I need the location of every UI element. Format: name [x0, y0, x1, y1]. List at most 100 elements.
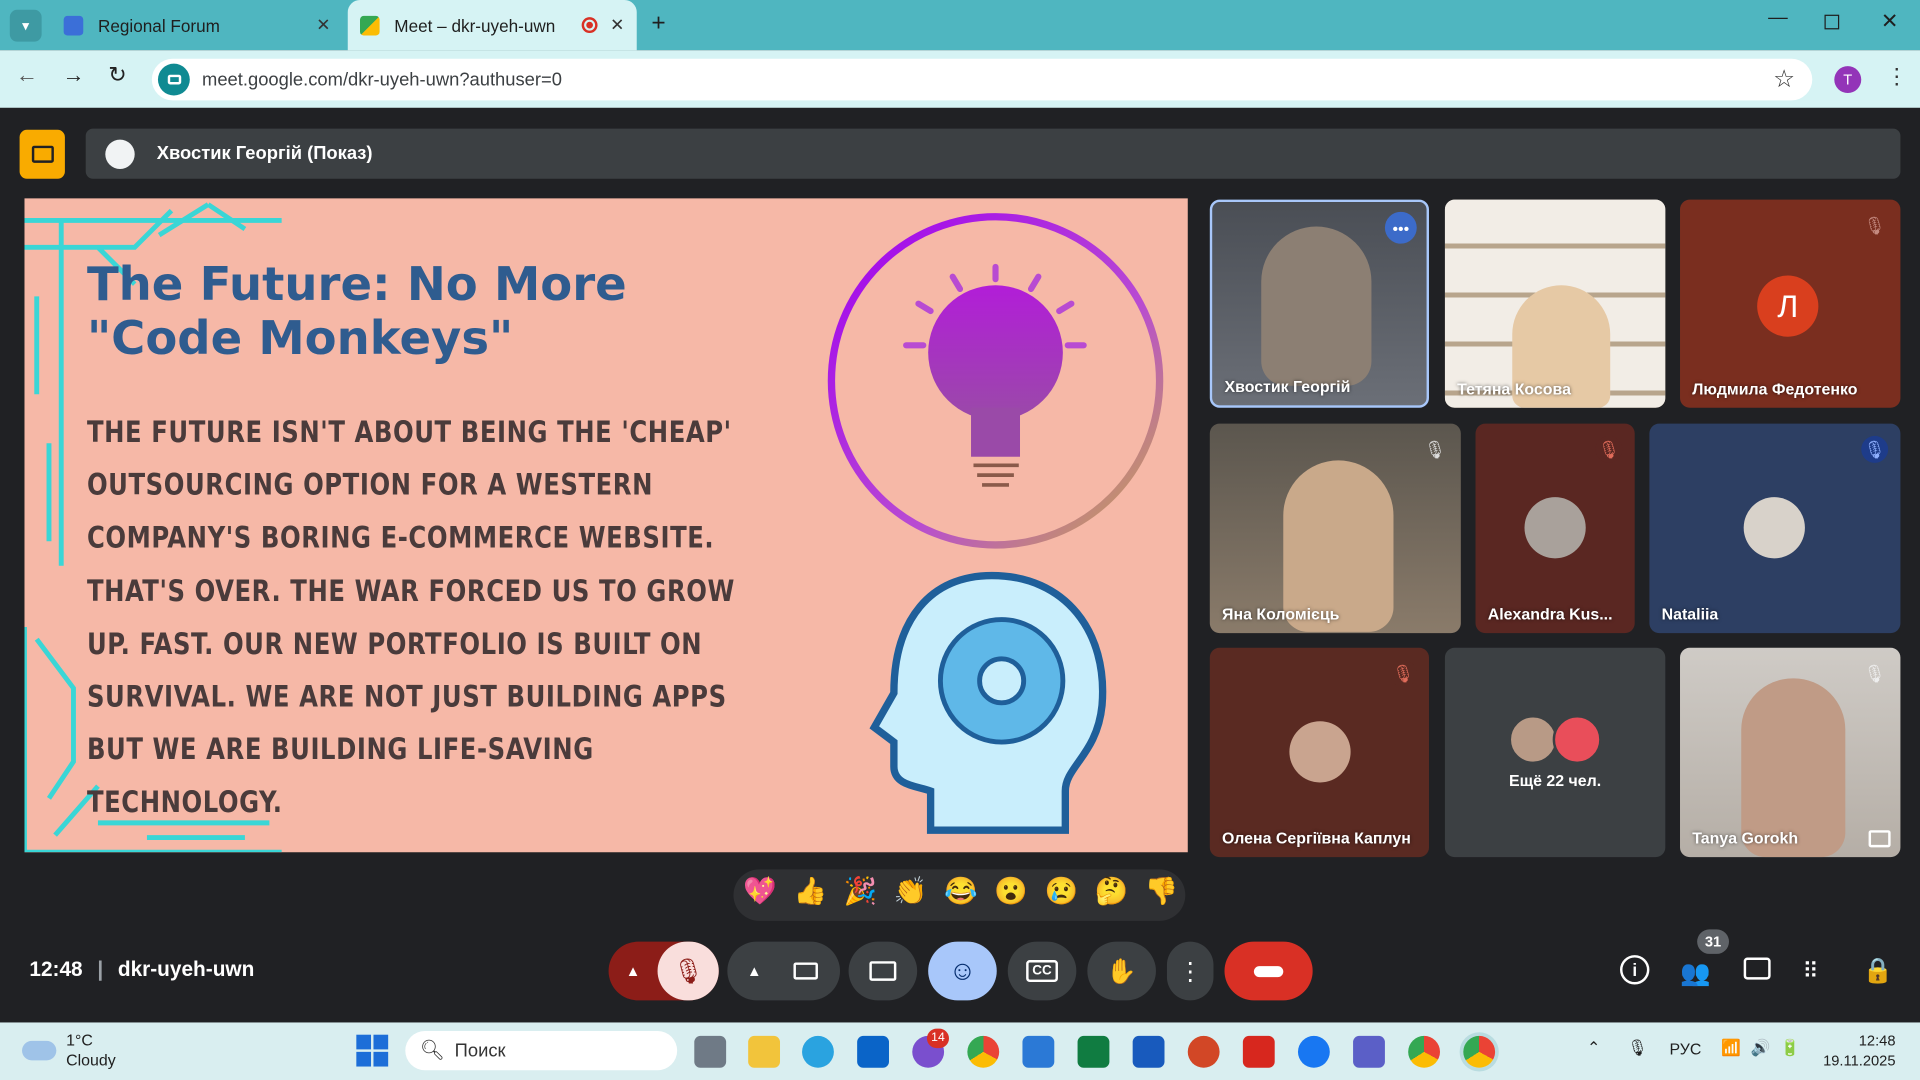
clock[interactable]: 12:48 19.11.2025 — [1817, 1031, 1895, 1070]
mic-off-icon: 🎙 — [672, 958, 704, 986]
minimize-button[interactable]: — — [1768, 7, 1788, 29]
people-button[interactable]: 👥 — [1680, 958, 1710, 989]
mic-off-icon: 🎙 — [1863, 663, 1886, 683]
new-tab-button[interactable]: + — [651, 10, 665, 38]
stop-presenting-button[interactable] — [19, 129, 65, 179]
weather-widget[interactable]: 1°C Cloudy — [22, 1031, 116, 1070]
battery-icon[interactable]: 🔋 — [1780, 1038, 1800, 1058]
chevron-up-icon[interactable]: ⌃ — [1587, 1038, 1600, 1058]
close-tab-icon[interactable]: ✕ — [316, 15, 330, 36]
powerpoint-icon[interactable] — [1187, 1035, 1220, 1068]
captions-icon: CC — [1026, 960, 1058, 983]
participant-name: Alexandra Kus... — [1487, 604, 1613, 624]
wifi-icon[interactable]: 📶 — [1721, 1038, 1741, 1058]
address-bar[interactable]: meet.google.com/dkr-uyeh-uwn?authuser=0 — [151, 58, 1813, 101]
participant-tile[interactable]: Л 🎙 Людмила Федотенко — [1680, 199, 1901, 408]
close-tab-icon[interactable]: ✕ — [610, 15, 624, 36]
mic-off-icon: 🎙 — [1861, 435, 1889, 463]
bookmark-star-icon[interactable]: ☆ — [1773, 64, 1795, 95]
telegram-icon[interactable] — [802, 1035, 834, 1068]
search-placeholder: Поиск — [454, 1040, 506, 1062]
info-icon: i — [1632, 960, 1638, 980]
restore-button[interactable] — [1824, 14, 1840, 30]
word-icon[interactable] — [1132, 1035, 1165, 1068]
participant-tile[interactable]: ••• Хвостик Георгій — [1209, 199, 1429, 408]
camera-toggle-button[interactable]: ▲ — [727, 941, 841, 1001]
microphone-icon[interactable]: 🎙 — [1627, 1038, 1647, 1058]
back-button[interactable]: ← — [10, 62, 44, 88]
raise-hand-icon: ✋ — [1106, 958, 1137, 986]
arrow-left-icon: ← — [15, 62, 38, 87]
teams-icon[interactable] — [1353, 1035, 1385, 1068]
language-indicator[interactable]: РУС — [1670, 1039, 1702, 1057]
people-count-badge: 31 — [1697, 929, 1729, 954]
participant-tile[interactable]: 🎙 Олена Сергіївна Каплун — [1209, 647, 1429, 858]
reactions-button[interactable]: ☺ — [928, 941, 997, 1001]
store-icon[interactable] — [1022, 1035, 1055, 1068]
reaction-clap-button[interactable]: 👏 — [894, 876, 928, 908]
reaction-laugh-button[interactable]: 😂 — [944, 876, 978, 908]
file-explorer-icon[interactable] — [748, 1035, 781, 1068]
windows-logo-icon — [356, 1034, 372, 1050]
arrow-right-icon: → — [62, 62, 85, 87]
facebook-icon[interactable] — [1297, 1035, 1330, 1068]
close-window-button[interactable]: ✕ — [1881, 10, 1898, 34]
reaction-thinking-button[interactable]: 🤔 — [1095, 876, 1129, 908]
reaction-heart-button[interactable]: 💖 — [743, 876, 777, 908]
forward-button[interactable]: → — [56, 62, 90, 88]
start-button[interactable] — [356, 1034, 389, 1067]
participant-tile[interactable]: 🎙 Tanya Gorokh — [1680, 647, 1901, 858]
outlook-icon[interactable] — [857, 1035, 889, 1068]
participant-tile[interactable]: 🎙 Nataliia — [1649, 423, 1901, 634]
more-options-icon[interactable]: ••• — [1384, 211, 1417, 244]
video-camera-icon — [793, 962, 818, 980]
activities-button[interactable]: ⠿ — [1802, 959, 1818, 985]
taskbar-search-input[interactable]: 🔍︎ Поиск — [405, 1031, 678, 1071]
meeting-details-button[interactable]: i — [1620, 955, 1650, 985]
more-options-button[interactable]: ⋮ — [1166, 941, 1214, 1001]
lightbulb-brain-icon — [827, 213, 1164, 549]
presenter-label: Хвостик Георгій (Показ) — [156, 143, 373, 165]
more-participants-tile[interactable]: Ещё 22 чел. — [1444, 647, 1666, 858]
browser-menu-icon[interactable]: ⋮ — [1886, 64, 1908, 90]
reaction-surprised-button[interactable]: 😮 — [994, 876, 1028, 908]
reaction-sad-button[interactable]: 😢 — [1044, 876, 1078, 908]
microphone-toggle-button[interactable]: 🎙 — [657, 941, 719, 1001]
tab-meet[interactable]: Meet – dkr-uyeh-uwn ✕ — [347, 0, 637, 51]
chrome-active-icon[interactable] — [1463, 1035, 1496, 1068]
present-screen-icon — [869, 961, 897, 981]
volume-icon[interactable]: 🔊 — [1751, 1038, 1771, 1058]
clock-time: 12:48 — [1858, 1032, 1896, 1050]
reload-button[interactable]: ↻ — [100, 62, 134, 88]
chrome-icon[interactable] — [967, 1035, 1000, 1068]
participant-name: Tanya Gorokh — [1692, 828, 1799, 848]
acrobat-icon[interactable] — [1242, 1035, 1275, 1068]
task-view-icon[interactable] — [694, 1035, 727, 1068]
participant-tile[interactable]: 🎙 Яна Коломієць — [1209, 423, 1461, 634]
present-screen-icon — [1868, 830, 1891, 848]
chat-button[interactable] — [1743, 957, 1771, 980]
participant-tile[interactable]: 🎙 Alexandra Kus... — [1475, 423, 1635, 634]
tab-regional-forum[interactable]: Regional Forum ✕ — [49, 0, 343, 50]
present-screen-button[interactable] — [848, 941, 918, 1001]
participant-tile[interactable]: Тетяна Косова — [1444, 199, 1666, 408]
chevron-up-icon: ▲ — [625, 962, 641, 980]
site-info-icon[interactable] — [157, 63, 190, 96]
reaction-thumbs-down-button[interactable]: 👎 — [1145, 876, 1179, 908]
browser-tab-strip: ▾ Regional Forum ✕ Meet – dkr-uyeh-uwn ✕… — [0, 0, 1920, 51]
reaction-party-button[interactable]: 🎉 — [844, 876, 878, 908]
participant-name: Яна Коломієць — [1222, 604, 1340, 624]
people-icon: 👥 — [1680, 960, 1711, 987]
avatar — [1743, 497, 1805, 559]
participant-name: Людмила Федотенко — [1692, 379, 1858, 398]
excel-icon[interactable] — [1077, 1035, 1110, 1068]
tab-search-button[interactable]: ▾ — [9, 9, 42, 42]
leave-call-button[interactable] — [1224, 941, 1313, 1001]
avatar: Л — [1757, 275, 1819, 337]
raise-hand-button[interactable]: ✋ — [1087, 941, 1156, 1001]
reaction-thumbs-up-button[interactable]: 👍 — [793, 876, 827, 908]
host-controls-button[interactable]: 🔒 — [1862, 955, 1892, 986]
captions-button[interactable]: CC — [1007, 941, 1077, 1001]
chrome-profile-icon[interactable] — [1408, 1035, 1441, 1068]
profile-avatar[interactable]: T — [1834, 66, 1862, 94]
